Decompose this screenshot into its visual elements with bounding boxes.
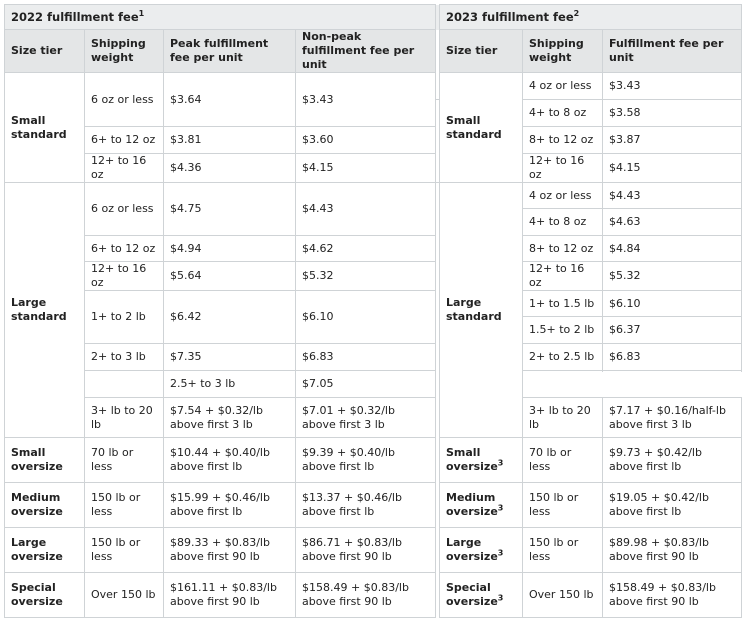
table-cell: $4.36 xyxy=(163,153,296,183)
table-cell: $4.43 xyxy=(602,182,742,209)
table-cell: $4.94 xyxy=(163,235,296,262)
table-cell: 1+ to 1.5 lb xyxy=(522,290,603,317)
table-cell: 12+ to 16 oz xyxy=(522,261,603,291)
table-cell: 8+ to 12 oz xyxy=(522,235,603,262)
table-cell: $4.84 xyxy=(602,235,742,262)
table-cell: $3.43 xyxy=(295,72,436,127)
table-cell: 150 lb or less xyxy=(84,527,164,573)
tier-large-standard: Large standard xyxy=(4,182,85,438)
table-cell: $6.37 xyxy=(602,316,742,344)
tier-small-standard-2023: Small standard xyxy=(439,72,523,183)
table-cell: 2+ to 3 lb xyxy=(84,343,164,371)
table-cell: $6.10 xyxy=(602,290,742,317)
table-cell: $4.43 xyxy=(295,182,436,236)
table-cell: $19.05 + $0.42/lb above first lb xyxy=(602,482,742,528)
table-cell: $4.75 xyxy=(163,182,296,236)
tier-medium-oversize: Medium oversize xyxy=(4,482,85,528)
table-cell: $161.11 + $0.83/lb above first 90 lb xyxy=(163,572,296,618)
fulfillment-fee-table: 2022 fulfillment fee1 2023 fulfillment f… xyxy=(4,4,742,618)
table-cell: 70 lb or less xyxy=(522,437,603,483)
col-header-fee-2023: Fulfillment fee per unit xyxy=(602,29,742,73)
table-cell: 6+ to 12 oz xyxy=(84,126,164,154)
table-2023-title: 2023 fulfillment fee2 xyxy=(439,4,742,30)
tier-small-standard: Small standard xyxy=(4,72,85,183)
table-cell: 8+ to 12 oz xyxy=(522,126,603,154)
table-cell: $10.44 + $0.40/lb above first lb xyxy=(163,437,296,483)
table-cell: 3+ lb to 20 lb xyxy=(84,397,164,438)
table-cell: $89.98 + $0.83/lb above first 90 lb xyxy=(602,527,742,573)
table-cell: $6.83 xyxy=(295,343,436,371)
table-cell: $3.58 xyxy=(602,99,742,127)
table-cell: $3.64 xyxy=(163,72,296,127)
table-cell: $3.43 xyxy=(602,72,742,100)
tier-special-oversize-2023: Special oversize3 xyxy=(439,572,523,618)
tier-large-standard-2023: Large standard xyxy=(439,182,523,438)
table-cell: $158.49 + $0.83/lb above first 90 lb xyxy=(295,572,436,618)
table-cell: $3.87 xyxy=(602,126,742,154)
table-cell: 2.5+ to 3 lb xyxy=(163,370,296,398)
table-cell: $4.15 xyxy=(602,153,742,183)
table-cell: $7.17 + $0.16/half-lb above first 3 lb xyxy=(602,397,742,438)
table-cell: 150 lb or less xyxy=(522,527,603,573)
table-cell: $7.01 + $0.32/lb above first 3 lb xyxy=(295,397,436,438)
table-cell: $9.73 + $0.42/lb above first lb xyxy=(602,437,742,483)
table-cell: 12+ to 16 oz xyxy=(84,153,164,183)
table-cell: $7.05 xyxy=(295,370,436,398)
col-header-nonpeak-fee: Non-peak fulfillment fee per unit xyxy=(295,29,436,73)
table-cell: $13.37 + $0.46/lb above first lb xyxy=(295,482,436,528)
col-header-size-tier-2023: Size tier xyxy=(439,29,523,73)
col-header-shipping-weight-2023: Shipping weight xyxy=(522,29,603,73)
table-cell: $5.64 xyxy=(163,261,296,291)
table-cell: 6+ to 12 oz xyxy=(84,235,164,262)
table-cell: $7.35 xyxy=(163,343,296,371)
tier-large-oversize-2023: Large oversize3 xyxy=(439,527,523,573)
table-cell: $5.32 xyxy=(295,261,436,291)
col-header-size-tier: Size tier xyxy=(4,29,85,73)
table-cell: $7.54 + $0.32/lb above first 3 lb xyxy=(163,397,296,438)
table-cell: 150 lb or less xyxy=(84,482,164,528)
tier-large-oversize: Large oversize xyxy=(4,527,85,573)
tier-small-oversize-2023: Small oversize3 xyxy=(439,437,523,483)
table-cell: $89.33 + $0.83/lb above first 90 lb xyxy=(163,527,296,573)
table-2022-title: 2022 fulfillment fee1 xyxy=(4,4,436,30)
table-cell: 3+ lb to 20 lb xyxy=(522,397,603,438)
tier-special-oversize: Special oversize xyxy=(4,572,85,618)
table-cell: Over 150 lb xyxy=(84,572,164,618)
table-cell: $5.32 xyxy=(602,261,742,291)
table-cell: 150 lb or less xyxy=(522,482,603,528)
table-cell: $6.42 xyxy=(163,290,296,344)
table-cell: Over 150 lb xyxy=(522,572,603,618)
col-header-peak-fee: Peak fulfillment fee per unit xyxy=(163,29,296,73)
table-cell: $86.71 + $0.83/lb above first 90 lb xyxy=(295,527,436,573)
fee-comparison: 2022 fulfillment fee1 2023 fulfillment f… xyxy=(4,4,742,618)
table-cell: 12+ to 16 oz xyxy=(84,261,164,291)
tier-medium-oversize-2023: Medium oversize3 xyxy=(439,482,523,528)
table-cell: $3.60 xyxy=(295,126,436,154)
table-cell: 4 oz or less xyxy=(522,72,603,100)
table-cell: $6.10 xyxy=(295,290,436,344)
table-cell: $158.49 + $0.83/lb above first 90 lb xyxy=(602,572,742,618)
table-cell: 4+ to 8 oz xyxy=(522,208,603,236)
table-cell: $3.81 xyxy=(163,126,296,154)
table-cell: $4.63 xyxy=(602,208,742,236)
table-cell: 6 oz or less xyxy=(84,182,164,236)
table-cell: 12+ to 16 oz xyxy=(522,153,603,183)
table-cell: $4.15 xyxy=(295,153,436,183)
tier-small-oversize: Small oversize xyxy=(4,437,85,483)
table-cell: 1+ to 2 lb xyxy=(84,290,164,344)
table-cell: 6 oz or less xyxy=(84,72,164,127)
table-cell: 70 lb or less xyxy=(84,437,164,483)
table-cell: 1.5+ to 2 lb xyxy=(522,316,603,344)
table-cell: 2+ to 2.5 lb xyxy=(522,343,603,371)
table-cell: $9.39 + $0.40/lb above first lb xyxy=(295,437,436,483)
col-header-shipping-weight: Shipping weight xyxy=(84,29,164,73)
table-cell: $4.62 xyxy=(295,235,436,262)
table-cell: $15.99 + $0.46/lb above first lb xyxy=(163,482,296,528)
table-cell: $6.83 xyxy=(602,343,742,371)
table-cell: 4 oz or less xyxy=(522,182,603,209)
table-cell: 4+ to 8 oz xyxy=(522,99,603,127)
